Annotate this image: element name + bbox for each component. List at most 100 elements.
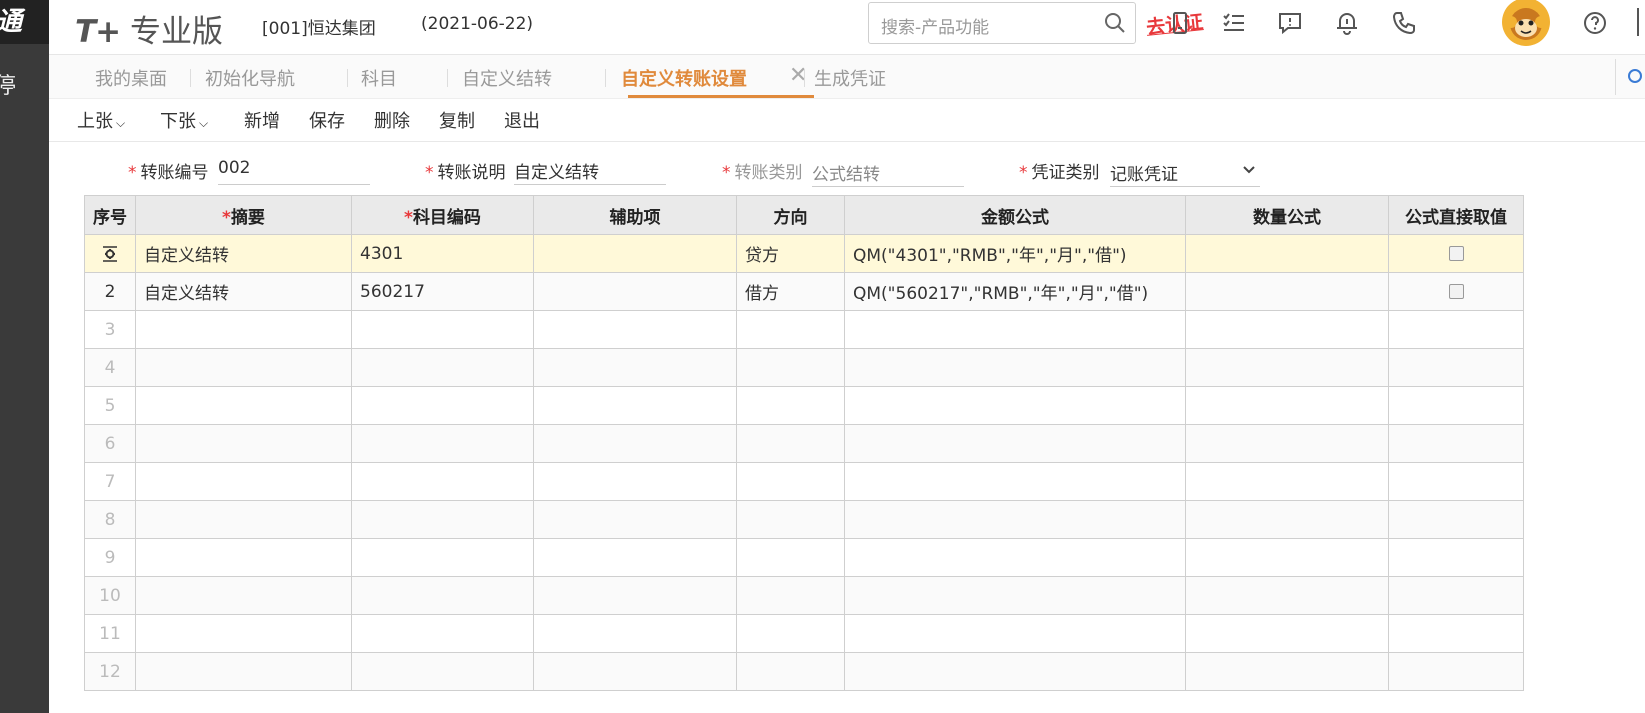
amount-formula-cell[interactable]: QM("4301","RMB","年","月","借")	[844, 234, 1186, 273]
empty-cell[interactable]	[135, 538, 352, 577]
empty-cell[interactable]	[351, 576, 534, 615]
aux-cell[interactable]	[533, 272, 737, 311]
empty-cell[interactable]	[844, 424, 1186, 463]
empty-cell[interactable]	[1388, 614, 1524, 653]
empty-cell[interactable]	[1185, 500, 1389, 539]
empty-cell[interactable]	[736, 538, 845, 577]
qty-formula-cell[interactable]	[1185, 234, 1389, 273]
empty-cell[interactable]	[1388, 500, 1524, 539]
empty-cell[interactable]	[533, 500, 737, 539]
empty-cell[interactable]	[1185, 614, 1389, 653]
save-button[interactable]: 保存	[309, 107, 345, 133]
empty-cell[interactable]	[533, 576, 737, 615]
empty-cell[interactable]	[533, 310, 737, 349]
tab-generate-voucher[interactable]: 生成凭证	[814, 65, 886, 91]
empty-cell[interactable]	[1185, 386, 1389, 425]
empty-cell[interactable]	[736, 310, 845, 349]
empty-cell[interactable]	[736, 614, 845, 653]
tab-search-icon[interactable]	[1625, 67, 1645, 87]
direct-value-checkbox[interactable]	[1448, 284, 1464, 299]
summary-cell[interactable]: 自定义结转	[135, 234, 352, 273]
empty-cell[interactable]	[533, 652, 737, 691]
empty-cell[interactable]	[1185, 310, 1389, 349]
empty-cell[interactable]	[844, 652, 1186, 691]
empty-cell[interactable]	[1185, 538, 1389, 577]
table-row[interactable]: 8	[84, 500, 1524, 539]
empty-cell[interactable]	[844, 500, 1186, 539]
empty-cell[interactable]	[1388, 462, 1524, 501]
empty-cell[interactable]	[1388, 424, 1524, 463]
table-row[interactable]: 12	[84, 652, 1524, 691]
direction-cell[interactable]: 贷方	[736, 234, 845, 273]
tab-accounts[interactable]: 科目	[361, 65, 397, 91]
table-row[interactable]: 6	[84, 424, 1524, 463]
copy-button[interactable]: 复制	[439, 107, 475, 133]
next-voucher-button[interactable]: 下张 ⌵	[160, 107, 208, 133]
empty-cell[interactable]	[1388, 576, 1524, 615]
empty-cell[interactable]	[533, 386, 737, 425]
empty-cell[interactable]	[1388, 652, 1524, 691]
summary-cell[interactable]: 自定义结转	[135, 272, 352, 311]
help-icon[interactable]	[1582, 10, 1608, 36]
empty-cell[interactable]	[533, 538, 737, 577]
search-icon[interactable]	[1103, 11, 1127, 35]
empty-cell[interactable]	[351, 310, 534, 349]
empty-cell[interactable]	[736, 348, 845, 387]
account-cell[interactable]: 560217	[351, 272, 534, 311]
qty-formula-cell[interactable]	[1185, 272, 1389, 311]
empty-cell[interactable]	[844, 310, 1186, 349]
direct-value-checkbox[interactable]	[1448, 246, 1464, 261]
tab-custom-transfer[interactable]: 自定义结转	[462, 65, 552, 91]
exit-button[interactable]: 退出	[504, 107, 540, 133]
empty-cell[interactable]	[135, 614, 352, 653]
rail-menu-item[interactable]: 停	[0, 68, 49, 100]
table-row[interactable]: 3	[84, 310, 1524, 349]
direction-cell[interactable]: 借方	[736, 272, 845, 311]
empty-cell[interactable]	[1388, 310, 1524, 349]
empty-cell[interactable]	[533, 614, 737, 653]
empty-cell[interactable]	[135, 500, 352, 539]
empty-cell[interactable]	[1388, 348, 1524, 387]
empty-cell[interactable]	[736, 500, 845, 539]
gear-icon[interactable]	[101, 245, 119, 263]
row-settings-cell[interactable]	[84, 234, 136, 273]
empty-cell[interactable]	[1185, 462, 1389, 501]
empty-cell[interactable]	[736, 576, 845, 615]
table-row[interactable]: 9	[84, 538, 1524, 577]
empty-cell[interactable]	[736, 652, 845, 691]
empty-cell[interactable]	[135, 348, 352, 387]
mobile-icon[interactable]	[1167, 10, 1193, 36]
empty-cell[interactable]	[351, 500, 534, 539]
empty-cell[interactable]	[533, 348, 737, 387]
empty-cell[interactable]	[736, 424, 845, 463]
empty-cell[interactable]	[1388, 386, 1524, 425]
empty-cell[interactable]	[844, 462, 1186, 501]
voucher-type-select[interactable]: 记账凭证	[1110, 160, 1260, 187]
empty-cell[interactable]	[351, 348, 534, 387]
empty-cell[interactable]	[135, 576, 352, 615]
tab-custom-transfer-settings[interactable]: 自定义转账设置	[621, 65, 747, 91]
empty-cell[interactable]	[1185, 652, 1389, 691]
empty-cell[interactable]	[1185, 576, 1389, 615]
empty-cell[interactable]	[351, 614, 534, 653]
account-cell[interactable]: 4301	[351, 234, 534, 273]
search-input[interactable]: 搜索-产品功能	[881, 13, 989, 38]
task-list-icon[interactable]	[1221, 10, 1247, 36]
empty-cell[interactable]	[351, 462, 534, 501]
empty-cell[interactable]	[844, 348, 1186, 387]
empty-cell[interactable]	[533, 424, 737, 463]
tab-init-guide[interactable]: 初始化导航	[205, 65, 295, 91]
table-row[interactable]: 5	[84, 386, 1524, 425]
empty-cell[interactable]	[844, 614, 1186, 653]
bell-icon[interactable]	[1334, 10, 1360, 36]
empty-cell[interactable]	[844, 538, 1186, 577]
empty-cell[interactable]	[135, 386, 352, 425]
search-box[interactable]: 搜索-产品功能	[868, 2, 1136, 44]
company-name[interactable]: [001]恒达集团	[262, 14, 376, 39]
empty-cell[interactable]	[135, 652, 352, 691]
table-row[interactable]: 7	[84, 462, 1524, 501]
transfer-desc-input[interactable]: 自定义结转	[514, 158, 666, 185]
avatar[interactable]	[1502, 0, 1550, 46]
table-row[interactable]: 10	[84, 576, 1524, 615]
empty-cell[interactable]	[135, 424, 352, 463]
